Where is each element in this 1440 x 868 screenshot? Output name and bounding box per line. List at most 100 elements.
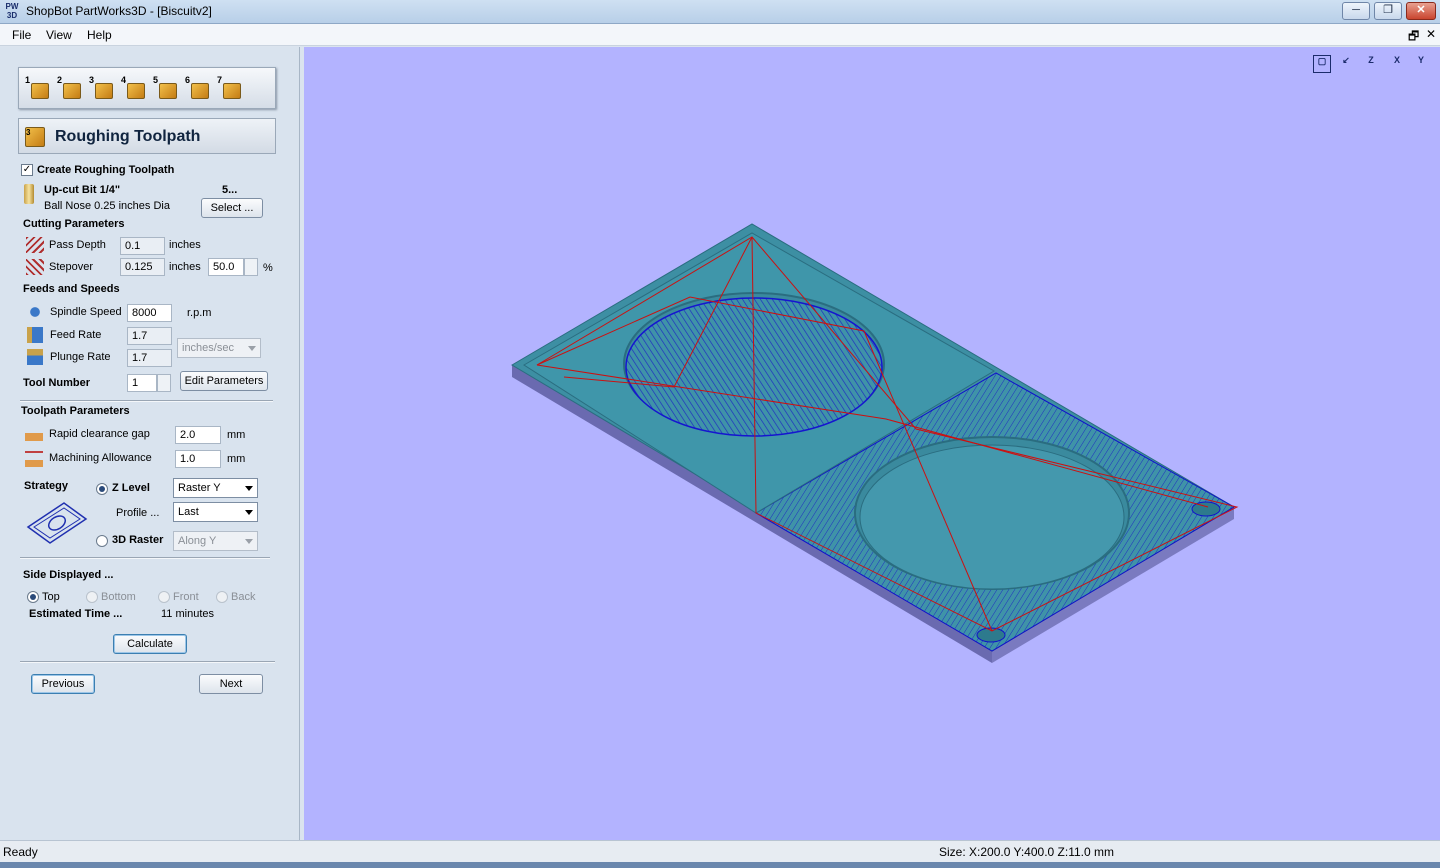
stepover-percent-spinner[interactable] xyxy=(244,258,258,276)
right-pocket-surface xyxy=(859,444,1125,590)
tool-number-spinner[interactable] xyxy=(157,374,171,392)
side-back-radio[interactable] xyxy=(216,591,228,603)
side-top-radio[interactable] xyxy=(27,591,39,603)
pass-depth-icon xyxy=(26,237,44,253)
close-button[interactable]: ✕ xyxy=(1406,2,1436,20)
window-title: ShopBot PartWorks3D - [Biscuitv2] xyxy=(26,4,212,18)
toolpath-panel: 1 2 3 4 5 6 7 3 Roughing Toolpath ✓ Crea… xyxy=(0,47,300,840)
step-7-button[interactable]: 7 xyxy=(217,75,243,103)
plunge-rate-label: Plunge Rate xyxy=(50,351,111,363)
stepover-icon xyxy=(26,259,44,275)
calculate-button[interactable]: Calculate xyxy=(113,634,187,654)
step-toolbar: 1 2 3 4 5 6 7 xyxy=(18,67,276,109)
separator xyxy=(20,661,275,663)
step-3-button[interactable]: 3 xyxy=(89,75,115,103)
stepover-percent-field[interactable]: 50.0 xyxy=(208,258,244,276)
roughing-toolpath-icon: 3 xyxy=(25,127,45,147)
3d-raster-radio[interactable] xyxy=(96,535,108,547)
menu-view[interactable]: View xyxy=(46,28,72,42)
estimated-time-value: 11 minutes xyxy=(161,608,214,620)
minimize-button[interactable]: ─ xyxy=(1342,2,1370,20)
z-level-radio[interactable] xyxy=(96,483,108,495)
spindle-speed-field[interactable]: 8000 xyxy=(127,304,172,322)
maximize-button[interactable]: ❐ xyxy=(1374,2,1402,20)
feed-rate-field[interactable]: 1.7 xyxy=(127,327,172,345)
rate-unit-select[interactable]: inches/sec xyxy=(177,338,261,358)
separator xyxy=(20,400,273,402)
menu-help[interactable]: Help xyxy=(87,28,112,42)
create-roughing-checkbox[interactable]: ✓ xyxy=(21,164,33,176)
step-6-button[interactable]: 6 xyxy=(185,75,211,103)
step-4-number: 4 xyxy=(121,75,127,85)
z-level-label: Z Level xyxy=(112,482,150,494)
finishing-icon xyxy=(127,83,145,99)
profile-value: Last xyxy=(178,506,199,518)
pass-depth-label: Pass Depth xyxy=(49,239,106,251)
3d-viewport[interactable]: ▢ ↙ Z X Y xyxy=(304,47,1440,840)
next-button[interactable]: Next xyxy=(199,674,263,694)
step-1-button[interactable]: 1 xyxy=(25,75,51,103)
panel-title: Roughing Toolpath xyxy=(55,128,201,145)
machining-allowance-field[interactable]: 1.0 xyxy=(175,450,221,468)
pass-depth-unit: inches xyxy=(169,239,201,251)
rapid-clearance-icon xyxy=(25,425,43,441)
step-7-number: 7 xyxy=(217,75,223,85)
panel-header: 3 Roughing Toolpath xyxy=(18,118,276,154)
step-6-number: 6 xyxy=(185,75,191,85)
profile-label: Profile ... xyxy=(116,507,160,519)
step-4-button[interactable]: 4 xyxy=(121,75,147,103)
preview-icon xyxy=(191,83,209,99)
raster-direction-select[interactable]: Along Y xyxy=(173,531,258,551)
pass-depth-field[interactable]: 0.1 xyxy=(120,237,165,255)
side-front-radio[interactable] xyxy=(158,591,170,603)
taskbar xyxy=(0,862,1440,868)
strategy-diagram-icon xyxy=(26,502,88,544)
tool-number-short: 5... xyxy=(222,184,238,196)
step-2-button[interactable]: 2 xyxy=(57,75,83,103)
strategy-heading: Strategy xyxy=(24,480,69,492)
rate-unit-value: inches/sec xyxy=(182,342,234,354)
app-icon: PW 3D xyxy=(5,2,19,20)
profile-select[interactable]: Last xyxy=(173,502,258,522)
stepover-label: Stepover xyxy=(49,261,94,273)
side-front-label: Front xyxy=(173,591,199,603)
mdi-close-button[interactable]: ✕ xyxy=(1426,27,1436,41)
feed-rate-label: Feed Rate xyxy=(50,329,102,341)
side-back-label: Back xyxy=(231,591,256,603)
step-3-number: 3 xyxy=(89,75,95,85)
rapid-clearance-label: Rapid clearance gap xyxy=(49,428,150,440)
chevron-down-icon xyxy=(245,539,253,544)
mdi-restore-button[interactable]: 🗗 xyxy=(1408,27,1419,48)
previous-button[interactable]: Previous xyxy=(31,674,95,694)
tool-number-field[interactable]: 1 xyxy=(127,374,157,392)
tool-number-label: Tool Number xyxy=(23,377,91,389)
feeds-speeds-heading: Feeds and Speeds xyxy=(23,283,120,295)
stepover-field[interactable]: 0.125 xyxy=(120,258,165,276)
cutting-parameters-heading: Cutting Parameters xyxy=(23,218,125,230)
spindle-icon xyxy=(27,304,43,320)
step-5-button[interactable]: 5 xyxy=(153,75,179,103)
toolpath-parameters-heading: Toolpath Parameters xyxy=(21,405,130,417)
estimated-time-label: Estimated Time ... xyxy=(29,608,123,620)
plunge-rate-field[interactable]: 1.7 xyxy=(127,349,172,367)
side-top-label: Top xyxy=(42,591,60,603)
stepover-unit: inches xyxy=(169,261,201,273)
side-bottom-radio[interactable] xyxy=(86,591,98,603)
model-render xyxy=(511,223,1239,663)
chevron-down-icon xyxy=(245,486,253,491)
spindle-speed-unit: r.p.m xyxy=(187,307,212,319)
z-level-pattern-select[interactable]: Raster Y xyxy=(173,478,258,498)
import-model-icon xyxy=(63,83,81,99)
machining-allowance-unit: mm xyxy=(227,453,246,465)
z-level-pattern-value: Raster Y xyxy=(178,482,221,494)
edit-parameters-button[interactable]: Edit Parameters xyxy=(180,371,268,391)
percent-sign: % xyxy=(263,262,273,274)
step-5-number: 5 xyxy=(153,75,159,85)
status-bar: Ready Size: X:200.0 Y:400.0 Z:11.0 mm xyxy=(0,840,1440,862)
menu-file[interactable]: File xyxy=(12,28,31,42)
rapid-clearance-field[interactable]: 2.0 xyxy=(175,426,221,444)
create-roughing-label: Create Roughing Toolpath xyxy=(37,164,175,176)
select-tool-button[interactable]: Select ... xyxy=(201,198,263,218)
3d-raster-label: 3D Raster xyxy=(112,534,164,546)
title-bar: PW 3D ShopBot PartWorks3D - [Biscuitv2] … xyxy=(0,0,1440,24)
